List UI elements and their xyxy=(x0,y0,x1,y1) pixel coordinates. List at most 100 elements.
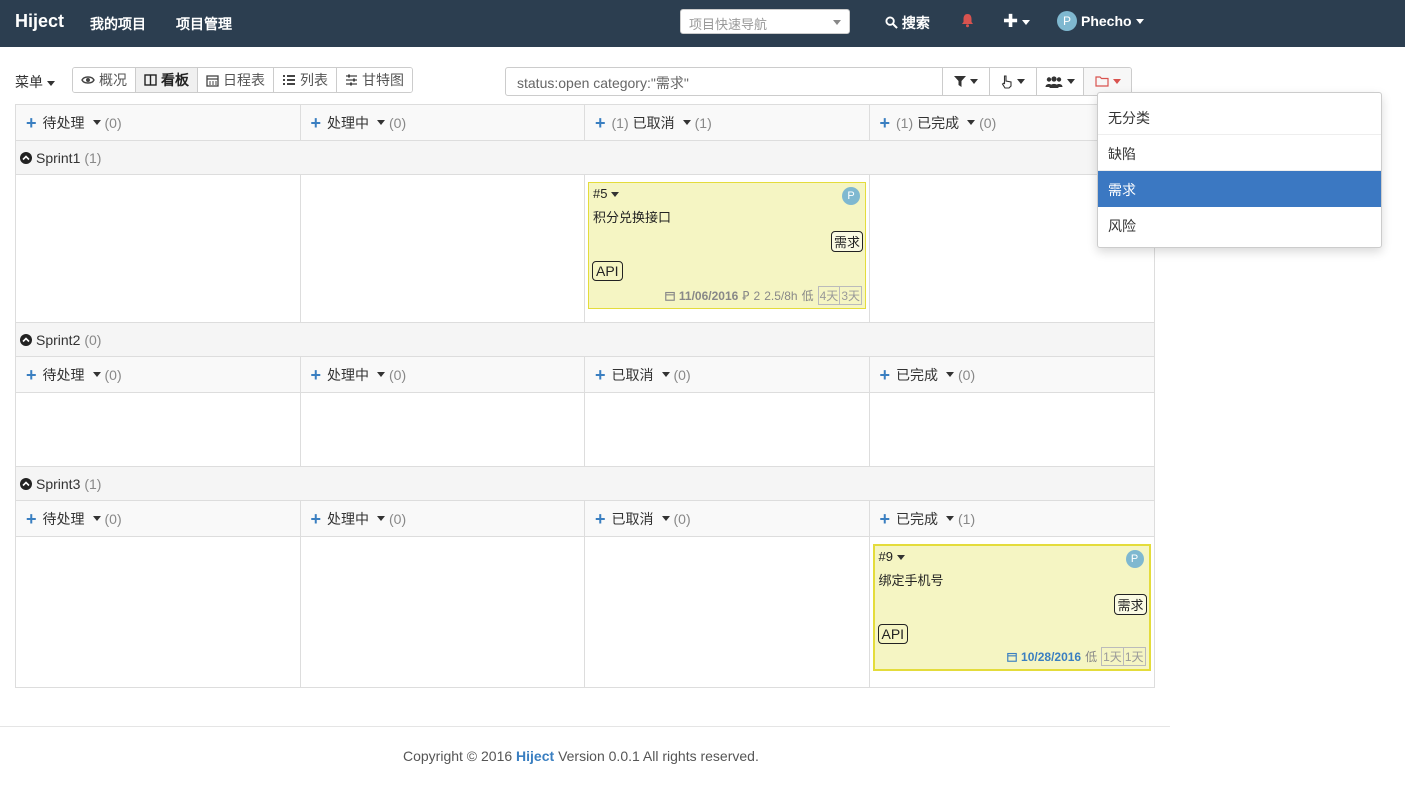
chevron-down-icon[interactable] xyxy=(377,516,386,521)
add-task-icon[interactable]: + xyxy=(595,366,606,384)
chevron-down-icon[interactable] xyxy=(967,120,976,125)
chevron-down-icon[interactable] xyxy=(682,120,691,125)
add-task-icon[interactable]: + xyxy=(880,510,891,528)
swimlane-name: Sprint2 xyxy=(36,331,81,348)
collapse-up-icon[interactable] xyxy=(20,333,32,346)
nav-my-projects[interactable]: 我的项目 xyxy=(90,14,146,34)
swimlane-count: (0) xyxy=(84,331,102,348)
task-title[interactable]: 绑定手机号 xyxy=(879,570,1145,589)
create-menu-button[interactable]: ✚ xyxy=(1003,11,1031,32)
calendar-icon xyxy=(206,74,219,87)
chevron-down-icon[interactable] xyxy=(377,372,386,377)
add-task-icon[interactable]: + xyxy=(880,366,891,384)
chevron-down-icon[interactable] xyxy=(946,372,955,377)
add-task-icon[interactable]: + xyxy=(26,114,37,132)
view-board-button[interactable]: 看板 xyxy=(136,68,198,92)
category-option-uncategorized[interactable]: 无分类 xyxy=(1098,99,1381,135)
chevron-down-icon[interactable] xyxy=(377,120,386,125)
column-count: (0) xyxy=(389,510,407,527)
board-cell xyxy=(301,175,585,322)
add-task-icon[interactable]: + xyxy=(311,510,322,528)
brand-logo[interactable]: Hiject xyxy=(15,11,64,32)
chevron-down-icon[interactable] xyxy=(661,516,670,521)
filter-search-input[interactable]: status:open category:"需求" xyxy=(505,67,943,96)
column-count: (0) xyxy=(389,114,407,131)
view-label: 列表 xyxy=(300,72,328,88)
column-header-row: + 待处理 (0) + 处理中 (0) + (1) 已取消 (1) + (1) … xyxy=(16,105,1154,141)
column-title[interactable]: 处理中 xyxy=(327,113,369,133)
task-card[interactable]: #9 绑定手机号 P 需求 API 10/28/2016 低 1天 1天 xyxy=(872,544,1151,671)
swimlane-count: (1) xyxy=(84,475,102,492)
nav-project-management[interactable]: 项目管理 xyxy=(176,14,232,34)
view-gantt-button[interactable]: 甘特图 xyxy=(337,68,412,92)
quick-nav-placeholder: 项目快速导航 xyxy=(689,17,768,32)
column-title[interactable]: 已完成 xyxy=(896,509,938,529)
column-count: (0) xyxy=(979,114,997,131)
column-title[interactable]: 已完成 xyxy=(917,113,959,133)
project-quick-nav-select[interactable]: 项目快速导航 xyxy=(680,9,850,34)
category-filter-button[interactable] xyxy=(1084,68,1131,95)
add-task-icon[interactable]: + xyxy=(311,114,322,132)
view-overview-button[interactable]: 概况 xyxy=(73,68,136,92)
view-label: 甘特图 xyxy=(362,72,404,88)
spent-days: 1天 xyxy=(1123,647,1146,666)
category-badge[interactable]: 需求 xyxy=(1114,594,1147,615)
footer-brand-link[interactable]: Hiject xyxy=(516,748,554,764)
task-title[interactable]: 积分兑换接口 xyxy=(593,207,861,226)
add-task-icon[interactable]: + xyxy=(595,114,606,132)
column-total-count: (1) xyxy=(611,114,629,131)
calendar-icon xyxy=(665,291,675,301)
category-badge[interactable]: 需求 xyxy=(830,231,863,252)
assignee-avatar: P xyxy=(1125,550,1144,568)
column-title[interactable]: 已取消 xyxy=(633,113,675,133)
column-title[interactable]: 处理中 xyxy=(327,365,369,385)
chevron-down-icon[interactable] xyxy=(92,120,101,125)
add-task-icon[interactable]: + xyxy=(26,510,37,528)
column-title[interactable]: 已完成 xyxy=(896,365,938,385)
category-option-risk[interactable]: 风险 xyxy=(1098,207,1381,243)
column-title[interactable]: 待处理 xyxy=(43,509,85,529)
column-title[interactable]: 待处理 xyxy=(43,365,85,385)
estimate-days: 1天 xyxy=(1101,647,1124,666)
columns-icon xyxy=(144,74,157,86)
category-option-requirement[interactable]: 需求 xyxy=(1098,171,1381,207)
category-option-bug[interactable]: 缺陷 xyxy=(1098,135,1381,171)
add-task-icon[interactable]: + xyxy=(880,114,891,132)
column-title[interactable]: 待处理 xyxy=(43,113,85,133)
chevron-down-icon[interactable] xyxy=(661,372,670,377)
column-count: (0) xyxy=(389,366,407,383)
notifications-button[interactable] xyxy=(961,13,974,31)
swimlane-header-sprint3[interactable]: Sprint3 (1) xyxy=(16,467,1154,501)
chevron-down-icon[interactable] xyxy=(92,516,101,521)
column-title[interactable]: 已取消 xyxy=(612,365,654,385)
tag-badge: API xyxy=(877,624,909,644)
eye-icon xyxy=(81,76,95,84)
collapse-up-icon[interactable] xyxy=(20,477,32,490)
chevron-down-icon[interactable] xyxy=(92,372,101,377)
column-count: (0) xyxy=(673,366,691,383)
add-task-icon[interactable]: + xyxy=(595,510,606,528)
task-id-dropdown[interactable]: #9 xyxy=(879,549,1145,564)
user-menu[interactable]: P Phecho xyxy=(1057,11,1144,31)
search-button[interactable]: 搜索 xyxy=(885,13,930,33)
collapse-up-icon[interactable] xyxy=(20,151,32,164)
view-calendar-button[interactable]: 日程表 xyxy=(198,68,274,92)
users-filter-button[interactable] xyxy=(1037,68,1084,95)
column-header-done: + 已完成 (0) xyxy=(870,357,1155,392)
search-icon xyxy=(885,16,898,29)
swimlane-header-sprint1[interactable]: Sprint1 (1) xyxy=(16,141,1154,175)
view-list-button[interactable]: 列表 xyxy=(274,68,337,92)
task-card[interactable]: #5 积分兑换接口 P 需求 API 11/06/2016 Ꝑ 2 2.5/8h… xyxy=(588,182,866,309)
task-id-dropdown[interactable]: #5 xyxy=(593,186,861,201)
estimate-days: 4天 xyxy=(817,286,841,305)
column-title[interactable]: 已取消 xyxy=(612,509,654,529)
add-task-icon[interactable]: + xyxy=(26,366,37,384)
assignee-filter-button[interactable] xyxy=(990,68,1037,95)
add-task-icon[interactable]: + xyxy=(311,366,322,384)
chevron-down-icon xyxy=(1135,18,1144,24)
filter-dropdown-button[interactable] xyxy=(943,68,990,95)
column-title[interactable]: 处理中 xyxy=(327,509,369,529)
board-menu-dropdown[interactable]: 菜单 xyxy=(15,72,55,92)
swimlane-header-sprint2[interactable]: Sprint2 (0) xyxy=(16,323,1154,357)
chevron-down-icon[interactable] xyxy=(946,516,955,521)
